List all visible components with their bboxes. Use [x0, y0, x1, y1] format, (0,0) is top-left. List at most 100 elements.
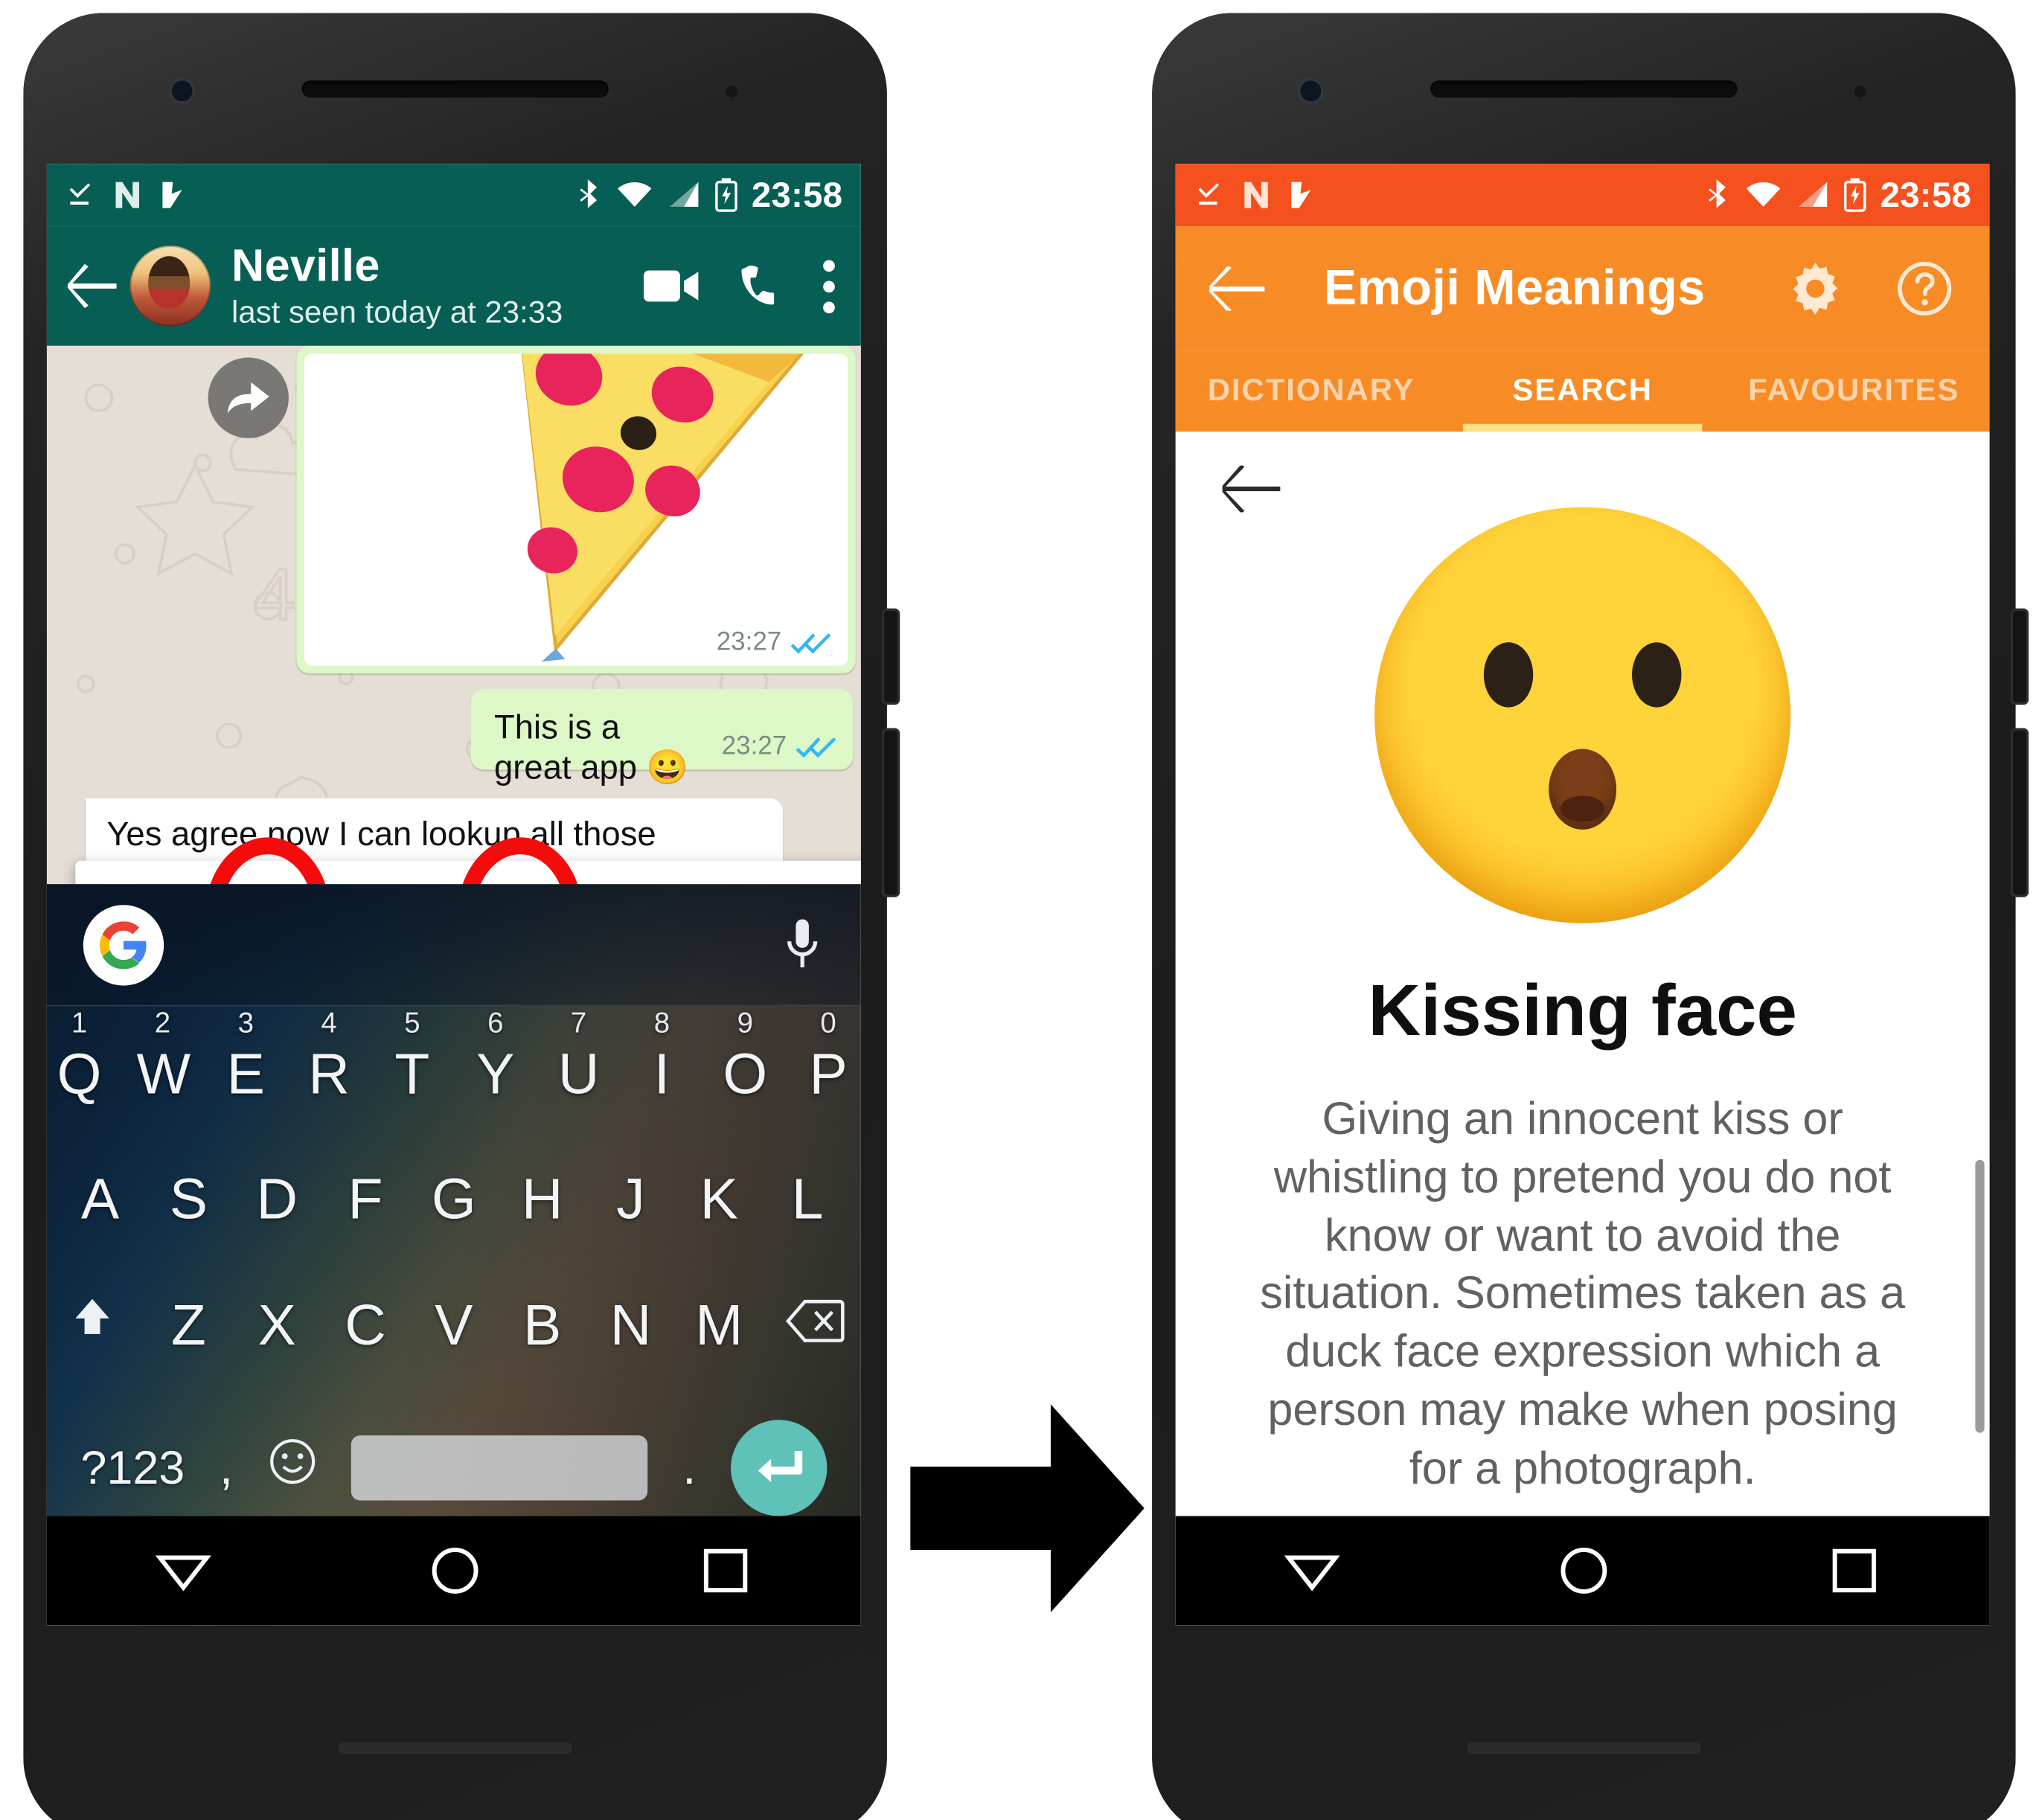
- phone-chin-bar: [1467, 1742, 1701, 1755]
- microphone-icon[interactable]: [780, 914, 824, 974]
- nav-recents-square-icon[interactable]: [1828, 1543, 1882, 1598]
- symbols-key[interactable]: ?123: [80, 1441, 185, 1495]
- nextbit-icon: [162, 182, 182, 208]
- key-h[interactable]: H: [516, 1167, 569, 1232]
- message-meta: 23:27: [722, 732, 838, 762]
- emoji-key-icon: [269, 1439, 315, 1484]
- key-i[interactable]: 8I: [636, 1007, 688, 1107]
- key-i-label: I: [653, 1042, 670, 1107]
- key-e[interactable]: 3E: [220, 1007, 272, 1107]
- keyboard-row-2[interactable]: A S D F G H J K L: [47, 1167, 861, 1232]
- nav-back-triangle-icon[interactable]: [154, 1545, 211, 1597]
- key-n[interactable]: N: [605, 1293, 657, 1358]
- emoji-app-bar: Emoji Meanings: [1175, 226, 1990, 351]
- key-q-number: 1: [71, 1006, 88, 1039]
- power-button[interactable]: [2010, 608, 2029, 705]
- google-logo-icon[interactable]: [83, 904, 164, 985]
- left-phone-screen: 23:58 Neville last seen today at 23:33 4…: [46, 164, 861, 1626]
- power-button[interactable]: [881, 608, 900, 705]
- chat-actions: [643, 259, 842, 313]
- nav-back-triangle-icon[interactable]: [1283, 1545, 1340, 1597]
- wifi-icon: [617, 182, 652, 207]
- tab-favourites[interactable]: FAVOURITES: [1718, 351, 1990, 432]
- space-key[interactable]: [351, 1435, 648, 1501]
- forward-arrow-icon: [227, 382, 269, 414]
- key-f[interactable]: F: [339, 1167, 391, 1232]
- screenshot-root: 23:58 Neville last seen today at 23:33 4…: [0, 0, 2039, 1820]
- volume-button[interactable]: [881, 728, 900, 897]
- keyboard-suggestion-bar[interactable]: [46, 884, 861, 1007]
- key-q[interactable]: 1Q: [54, 1007, 106, 1107]
- key-a[interactable]: A: [74, 1167, 127, 1232]
- key-c[interactable]: C: [339, 1293, 391, 1358]
- shift-up-icon: [75, 1298, 109, 1334]
- nav-home-circle-icon[interactable]: [1555, 1542, 1613, 1599]
- image-message-bubble[interactable]: 23:27: [296, 345, 856, 674]
- overflow-menu-icon[interactable]: [823, 259, 835, 313]
- backspace-key[interactable]: [781, 1293, 849, 1358]
- key-j[interactable]: J: [605, 1167, 657, 1232]
- signal-icon: [669, 182, 699, 207]
- key-v[interactable]: V: [428, 1293, 480, 1358]
- keyboard-row-4[interactable]: ?123 , .: [47, 1420, 861, 1516]
- key-q-label: Q: [57, 1042, 102, 1107]
- key-y[interactable]: 6Y: [470, 1007, 522, 1107]
- key-w-label: W: [136, 1042, 191, 1107]
- nextbit-icon: [1291, 182, 1311, 208]
- detail-back-arrow-icon[interactable]: [1222, 465, 1282, 513]
- help-circle-icon[interactable]: [1893, 257, 1956, 320]
- keyboard-row-3[interactable]: Z X C V B N M: [47, 1292, 861, 1359]
- key-u[interactable]: 7U: [553, 1007, 605, 1107]
- key-i-number: 8: [653, 1006, 670, 1039]
- emoji-app-tabs[interactable]: DICTIONARY SEARCH FAVOURITES: [1175, 350, 1990, 432]
- emoji-detail-view: Kissing face Giving an innocent kiss or …: [1175, 432, 1990, 1516]
- android-navigation-bar[interactable]: [1175, 1516, 1990, 1626]
- phone-call-icon[interactable]: [740, 264, 784, 308]
- key-l[interactable]: L: [781, 1167, 833, 1232]
- enter-key[interactable]: [730, 1420, 828, 1516]
- key-o-number: 9: [737, 1006, 753, 1039]
- volume-button[interactable]: [2010, 728, 2029, 897]
- key-z[interactable]: Z: [162, 1293, 214, 1358]
- key-r[interactable]: 4R: [303, 1007, 355, 1107]
- key-g[interactable]: G: [428, 1167, 480, 1232]
- nav-recents-square-icon[interactable]: [699, 1543, 753, 1598]
- text-message-bubble-outgoing[interactable]: This is a great app 😀 23:27: [470, 689, 854, 786]
- vertical-scrollbar[interactable]: [1975, 1159, 1985, 1433]
- key-t[interactable]: 5T: [386, 1007, 438, 1107]
- key-d[interactable]: D: [251, 1167, 303, 1232]
- nav-home-circle-icon[interactable]: [426, 1542, 484, 1599]
- key-o[interactable]: 9O: [719, 1007, 771, 1107]
- earpiece-speaker: [1430, 80, 1738, 98]
- video-call-icon[interactable]: [643, 266, 701, 305]
- emoji-key[interactable]: [268, 1435, 317, 1500]
- keyboard-row-1[interactable]: 1Q 2W 3E 4R 5T 6Y 7U 8I 9O 0P: [47, 1007, 861, 1107]
- key-m[interactable]: M: [693, 1293, 745, 1358]
- tab-dictionary[interactable]: DICTIONARY: [1176, 351, 1447, 432]
- shift-key[interactable]: [59, 1292, 127, 1359]
- bluetooth-icon: [1709, 179, 1726, 208]
- front-camera: [1297, 77, 1324, 104]
- bluetooth-icon: [580, 179, 597, 208]
- pizza-slice-emoji-image: [304, 353, 848, 666]
- comma-key[interactable]: ,: [220, 1440, 233, 1496]
- gear-icon[interactable]: [1784, 257, 1847, 320]
- android-navigation-bar[interactable]: [46, 1516, 861, 1626]
- back-button[interactable]: [60, 263, 127, 309]
- emoji-eye-right: [1632, 642, 1682, 708]
- key-k[interactable]: K: [693, 1167, 745, 1232]
- tab-search[interactable]: SEARCH: [1447, 351, 1718, 432]
- key-s[interactable]: S: [162, 1167, 214, 1232]
- key-b[interactable]: B: [516, 1293, 569, 1358]
- forwarded-badge[interactable]: [208, 357, 289, 438]
- right-arrow-icon: [910, 1404, 1145, 1612]
- contact-info[interactable]: Neville last seen today at 23:33: [231, 242, 563, 330]
- back-arrow-icon[interactable]: [1209, 266, 1267, 311]
- on-screen-keyboard[interactable]: 1Q 2W 3E 4R 5T 6Y 7U 8I 9O 0P A S D F G …: [46, 884, 861, 1516]
- key-x[interactable]: X: [251, 1293, 303, 1358]
- period-key[interactable]: .: [682, 1440, 696, 1496]
- emoji-kiss-mouth: [1549, 749, 1617, 830]
- key-w[interactable]: 2W: [136, 1007, 191, 1107]
- avatar[interactable]: [129, 246, 211, 327]
- key-p[interactable]: 0P: [802, 1007, 854, 1107]
